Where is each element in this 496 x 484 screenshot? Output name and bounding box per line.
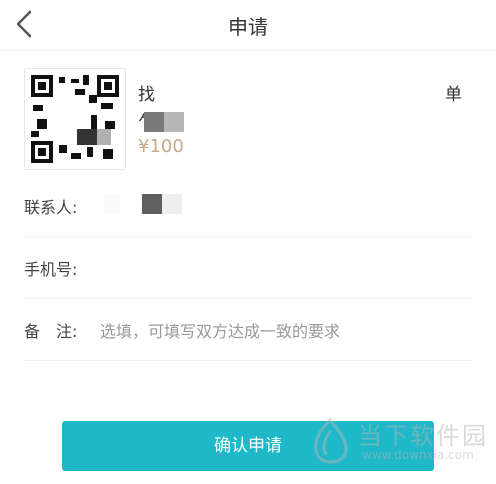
downxia-logo-icon bbox=[314, 418, 348, 464]
redacted-blur bbox=[144, 112, 184, 132]
watermark: 当下软件园 www.downxia.com bbox=[308, 414, 488, 470]
phone-row[interactable]: 手机号: bbox=[24, 236, 472, 299]
product-name-end: 单 bbox=[445, 85, 462, 105]
product-name: 找 bbox=[138, 85, 155, 105]
header-bar: 申请 bbox=[0, 0, 496, 51]
remark-input[interactable]: 选填，可填写双方达成一致的要求 bbox=[100, 318, 340, 342]
watermark-text: 当下软件园 bbox=[358, 422, 488, 450]
contact-row[interactable]: 联系人: bbox=[24, 174, 472, 237]
remark-row[interactable]: 备 注: 选填，可填写双方达成一致的要求 bbox=[24, 298, 472, 361]
product-qr-image bbox=[24, 68, 126, 170]
page-title: 申请 bbox=[228, 15, 268, 39]
contact-label: 联系人: bbox=[24, 198, 78, 217]
phone-label: 手机号: bbox=[24, 260, 78, 279]
qr-code-icon bbox=[31, 75, 119, 163]
contact-value-redacted[interactable] bbox=[142, 194, 182, 214]
redacted-blur-faint bbox=[104, 194, 120, 214]
watermark-url: www.downxia.com bbox=[362, 448, 474, 462]
remark-label: 备 注: bbox=[24, 322, 78, 341]
product-price: ¥100 bbox=[138, 136, 184, 157]
product-card: 找 单 乍 ¥100 bbox=[24, 68, 474, 172]
